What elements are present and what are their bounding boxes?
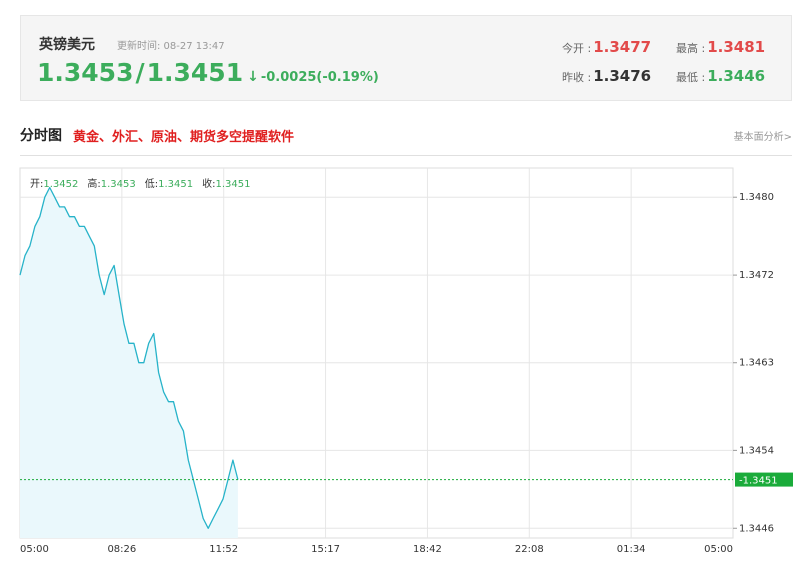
chart-svg: 05:00 08:26 11:52 15:17 18:42 22:08 01:34 05:00… — [19, 167, 793, 555]
price-separator: / — [135, 58, 145, 87]
ohlc-close: 1.3451 — [215, 179, 251, 190]
x-tick-label: 05:00 — [20, 544, 49, 555]
update-time: 更新时间: 08-27 13:47 — [117, 41, 225, 52]
ohlc-low: 1.3451 — [158, 179, 194, 190]
ohlc-open: 1.3452 — [43, 179, 79, 190]
ohlc-readout: 开:1.3452 高:1.3453 低:1.3451 收:1.3451 — [30, 175, 260, 190]
open-stat: 今开 :1.3477 — [562, 38, 651, 56]
bid-price: 1.3453 — [37, 58, 134, 87]
open-label: 今开 : — [562, 42, 592, 55]
chart-tabbar: 分时图 黄金、外汇、原油、期货多空提醒软件 基本面分析> — [20, 125, 792, 156]
x-tick-label: 22:08 — [515, 544, 544, 555]
ohlc-high: 1.3453 — [100, 179, 136, 190]
y-tick-label: 1.3463 — [739, 358, 774, 369]
quote-panel: 英镑美元 更新时间: 08-27 13:47 1.3453/1.3451 ↓ -0.… — [20, 15, 792, 101]
instrument-name: 英镑美元 — [39, 37, 95, 53]
prev-close-label: 昨收 : — [562, 71, 592, 84]
fundamental-analysis-link[interactable]: 基本面分析> — [734, 128, 792, 143]
current-price-label: -1.3451 — [739, 476, 778, 487]
x-tick-label: 18:42 — [413, 544, 442, 555]
y-tick-label: 1.3446 — [739, 523, 774, 534]
prev-close-stat: 昨收 :1.3476 — [562, 67, 651, 85]
high-value: 1.3481 — [707, 38, 766, 56]
ohlc-low-label: 低: — [144, 179, 159, 190]
x-tick-label: 08:26 — [107, 544, 136, 555]
down-arrow-icon: ↓ — [247, 69, 259, 85]
price-change: -0.0025(-0.19%) — [260, 70, 379, 85]
x-tick-label: 15:17 — [311, 544, 340, 555]
open-value: 1.3477 — [593, 38, 652, 56]
tab-intraday[interactable]: 分时图 — [20, 125, 62, 145]
prev-close-value: 1.3476 — [593, 67, 652, 85]
intraday-chart: 05:00 08:26 11:52 15:17 18:42 22:08 01:34 05:00… — [0, 160, 800, 580]
low-label: 最低 : — [676, 71, 706, 84]
high-label: 最高 : — [676, 42, 706, 55]
ask-price: 1.3451 — [146, 58, 244, 87]
ohlc-close-label: 收: — [202, 179, 216, 190]
y-tick-label: 1.3480 — [739, 192, 774, 203]
x-tick-label: 05:00 — [704, 544, 733, 555]
low-value: 1.3446 — [707, 67, 766, 85]
y-tick-label: 1.3454 — [739, 445, 774, 456]
promo-link[interactable]: 黄金、外汇、原油、期货多空提醒软件 — [73, 126, 294, 145]
low-stat: 最低 :1.3446 — [676, 67, 765, 85]
price-line: 1.3453/1.3451 ↓ -0.0025(-0.19%) — [37, 58, 379, 87]
high-stat: 最高 :1.3481 — [676, 38, 765, 56]
x-tick-label: 01:34 — [617, 544, 646, 555]
y-tick-label: 1.3472 — [739, 270, 774, 281]
ohlc-high-label: 高: — [87, 179, 101, 190]
ohlc-open-label: 开: — [30, 179, 44, 190]
x-tick-label: 11:52 — [209, 544, 238, 555]
